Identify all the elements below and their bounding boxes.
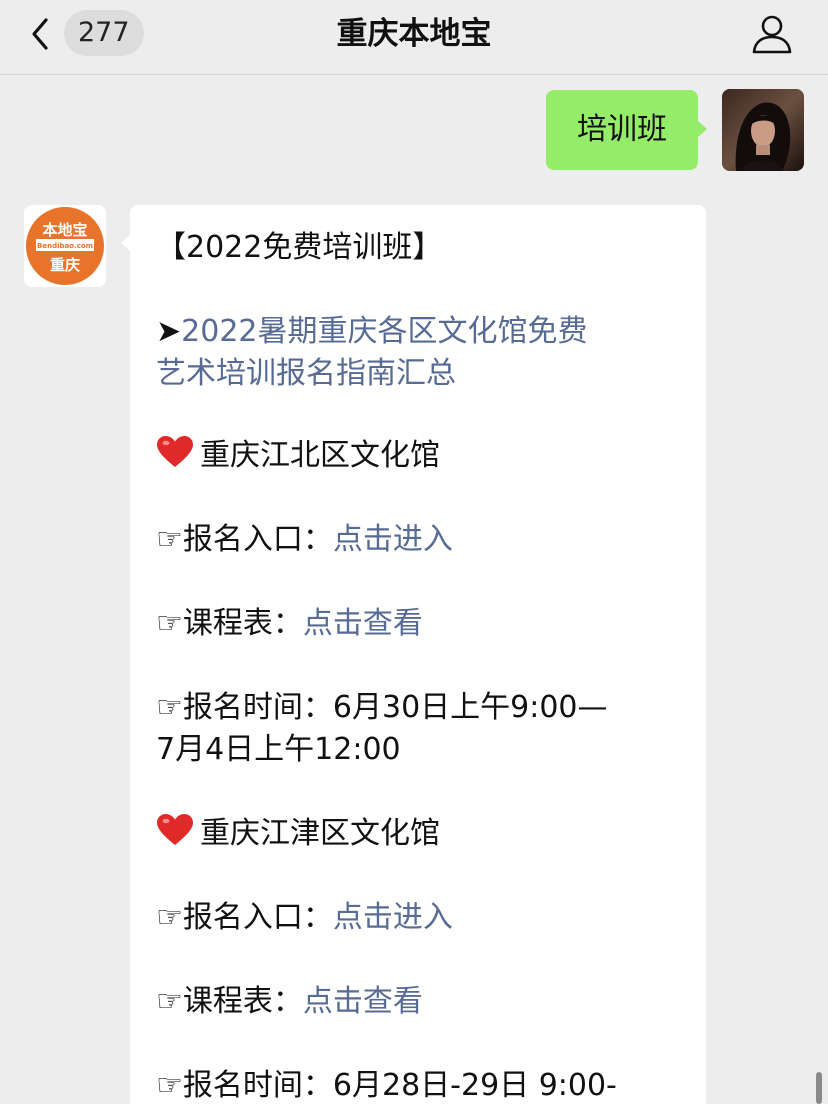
signup-time: ☞报名时间：6月30日上午9:00— <box>156 690 608 725</box>
user-photo <box>722 89 804 171</box>
message-heading: 【2022免费培训班】 <box>156 230 443 265</box>
schedule-row: ☞课程表：点击查看 <box>156 603 686 645</box>
section-title: 重庆江津区文化馆 <box>200 816 440 851</box>
back-button[interactable] <box>26 12 56 56</box>
schedule-link[interactable]: 点击查看 <box>303 606 423 641</box>
signup-label: ☞报名入口： <box>156 522 333 557</box>
logo-text-url: Bendibao.com <box>37 242 93 250</box>
scrollbar-thumb[interactable] <box>816 1072 822 1104</box>
schedule-link[interactable]: 点击查看 <box>303 984 423 1019</box>
section-title: 重庆江北区文化馆 <box>200 438 440 473</box>
arrow-icon: ➤ <box>156 314 182 349</box>
schedule-label: ☞课程表： <box>156 984 303 1019</box>
profile-button[interactable] <box>750 12 794 56</box>
section-title-row: 重庆江津区文化馆 <box>156 813 686 855</box>
guide-link-continued[interactable]: 艺术培训报名指南汇总 <box>156 353 686 395</box>
guide-link-row: ➤2022暑期重庆各区文化馆免费 <box>156 311 686 353</box>
user-avatar[interactable] <box>722 89 804 171</box>
heart-icon <box>157 436 193 467</box>
signup-row: ☞报名入口：点击进入 <box>156 519 686 561</box>
heart-icon <box>157 814 193 845</box>
outgoing-message-text: 培训班 <box>577 112 667 147</box>
signup-label: ☞报名入口： <box>156 900 333 935</box>
signup-link[interactable]: 点击进入 <box>333 900 453 935</box>
unread-count-badge[interactable]: 277 <box>64 10 144 56</box>
chevron-left-icon <box>32 18 48 50</box>
bot-avatar[interactable]: 本地宝 Bendibao.com 重庆 <box>24 205 106 287</box>
logo-text-city: 重庆 <box>50 256 80 274</box>
signup-time-continued: 7月4日上午12:00 <box>156 732 401 767</box>
bendibao-logo: 本地宝 Bendibao.com 重庆 <box>26 207 104 285</box>
incoming-message-bubble: 【2022免费培训班】 ➤2022暑期重庆各区文化馆免费 艺术培训报名指南汇总 … <box>130 205 706 1104</box>
chat-header: 277 重庆本地宝 <box>0 0 828 75</box>
section-title-row: 重庆江北区文化馆 <box>156 435 686 477</box>
guide-link[interactable]: 2022暑期重庆各区文化馆免费 <box>181 314 587 349</box>
logo-text-top: 本地宝 <box>42 221 87 239</box>
schedule-label: ☞课程表： <box>156 606 303 641</box>
signup-row: ☞报名入口：点击进入 <box>156 897 686 939</box>
signup-time: ☞报名时间：6月28日-29日 9:00- <box>156 1068 617 1103</box>
schedule-row: ☞课程表：点击查看 <box>156 981 686 1023</box>
person-icon <box>752 15 792 54</box>
chat-title: 重庆本地宝 <box>336 16 492 52</box>
signup-link[interactable]: 点击进入 <box>333 522 453 557</box>
outgoing-message-bubble[interactable]: 培训班 <box>546 90 707 170</box>
